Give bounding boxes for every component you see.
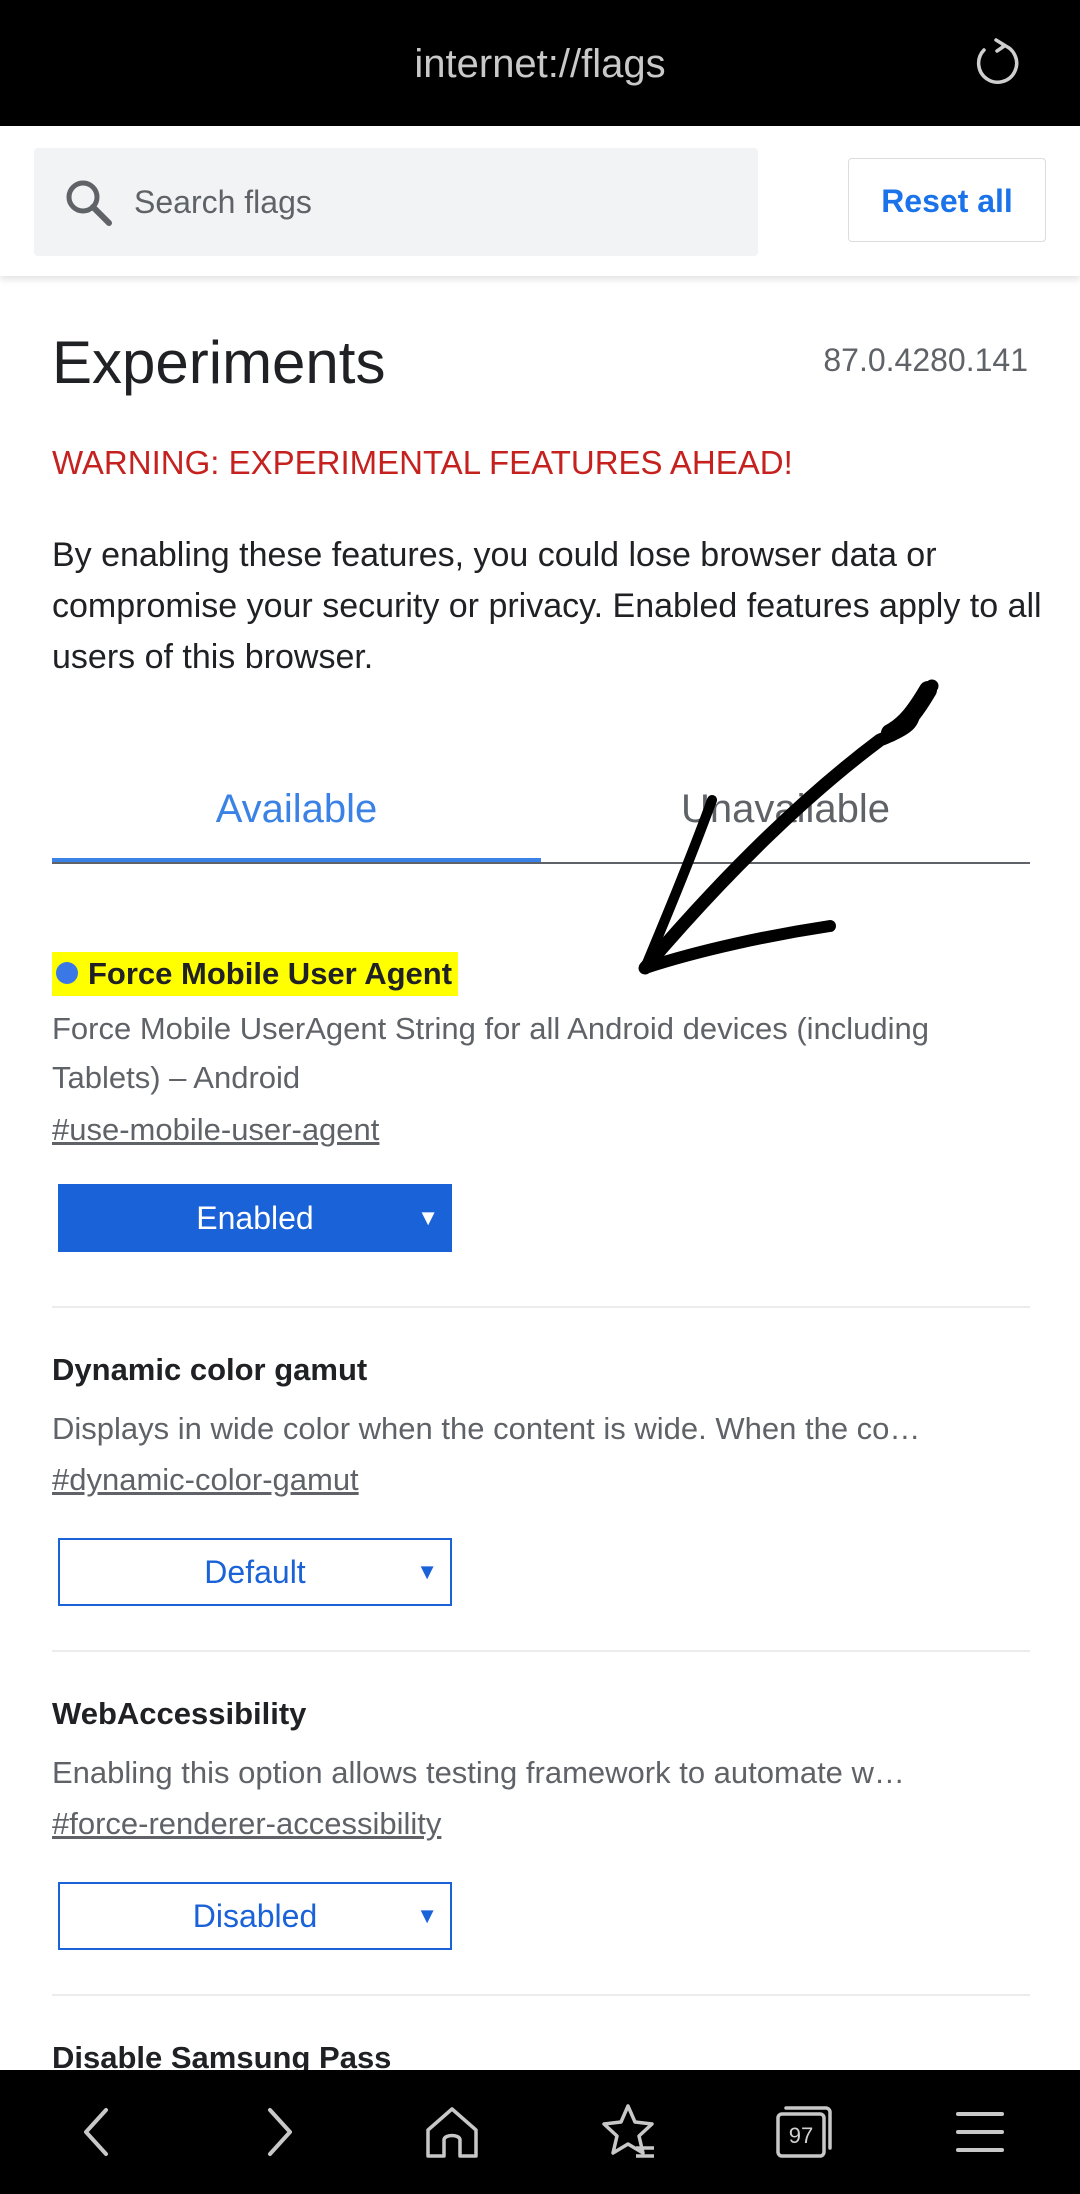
experiment-title: WebAccessibility — [52, 1696, 307, 1731]
warning-text: WARNING: EXPERIMENTAL FEATURES AHEAD! — [52, 444, 793, 481]
flags-page: internet://flags Reset all Experiments 8… — [0, 0, 1080, 2194]
search-icon — [66, 180, 112, 226]
tabs-button[interactable]: 97 — [770, 2098, 838, 2166]
back-icon[interactable] — [64, 2098, 132, 2166]
experiment-state-select[interactable]: Disabled ▼ — [58, 1882, 452, 1950]
experiment-link[interactable]: #force-renderer-accessibility — [52, 1806, 441, 1842]
search-header: Reset all — [0, 126, 1080, 276]
experiment-description: Force Mobile UserAgent String for all An… — [52, 1011, 930, 1095]
select-value: Enabled — [196, 1200, 314, 1236]
home-icon[interactable] — [418, 2098, 486, 2166]
tab-unavailable[interactable]: Unavailable — [541, 756, 1030, 860]
page-title: Experiments — [52, 329, 386, 396]
select-value: Disabled — [192, 1898, 318, 1934]
url-text[interactable]: internet://flags — [0, 0, 1080, 126]
search-box[interactable] — [34, 148, 758, 256]
forward-icon[interactable] — [244, 2098, 312, 2166]
reload-icon[interactable] — [970, 38, 1022, 90]
bookmarks-icon[interactable] — [594, 2098, 662, 2166]
divider — [52, 1306, 1030, 1308]
experiment-state-select[interactable]: Default ▼ — [58, 1538, 452, 1606]
tab-bar: Available Unavailable — [52, 756, 1030, 864]
search-input[interactable] — [130, 148, 734, 256]
menu-icon[interactable] — [946, 2098, 1014, 2166]
experiment-link[interactable]: #use-mobile-user-agent — [52, 1112, 379, 1148]
experiment-title: Force Mobile User Agent — [52, 952, 459, 996]
experiment-description: Enabling this option allows testing fram… — [52, 1755, 905, 1790]
tab-count: 97 — [788, 2123, 814, 2148]
select-value: Default — [204, 1554, 306, 1590]
experiment-title: Dynamic color gamut — [52, 1352, 368, 1387]
divider — [52, 1994, 1030, 1996]
tab-available[interactable]: Available — [52, 756, 541, 862]
dropdown-arrow-icon: ▼ — [416, 1903, 438, 1928]
url-bar: internet://flags — [0, 0, 1080, 126]
dropdown-arrow-icon: ▼ — [416, 1559, 438, 1584]
experiment-link[interactable]: #dynamic-color-gamut — [52, 1462, 359, 1498]
intro-text: By enabling these features, you could lo… — [52, 536, 1042, 676]
bottom-navigation: 97 — [0, 2070, 1080, 2194]
divider — [52, 1650, 1030, 1652]
dropdown-arrow-icon: ▼ — [417, 1205, 439, 1230]
reset-all-button[interactable]: Reset all — [848, 158, 1046, 242]
enabled-dot-icon — [56, 961, 78, 984]
experiment-state-select[interactable]: Enabled ▼ — [58, 1184, 452, 1252]
experiment-description: Displays in wide color when the content … — [52, 1411, 921, 1446]
experiment-title-text: Force Mobile User Agent — [88, 956, 453, 991]
version-label: 87.0.4280.141 — [823, 342, 1028, 378]
